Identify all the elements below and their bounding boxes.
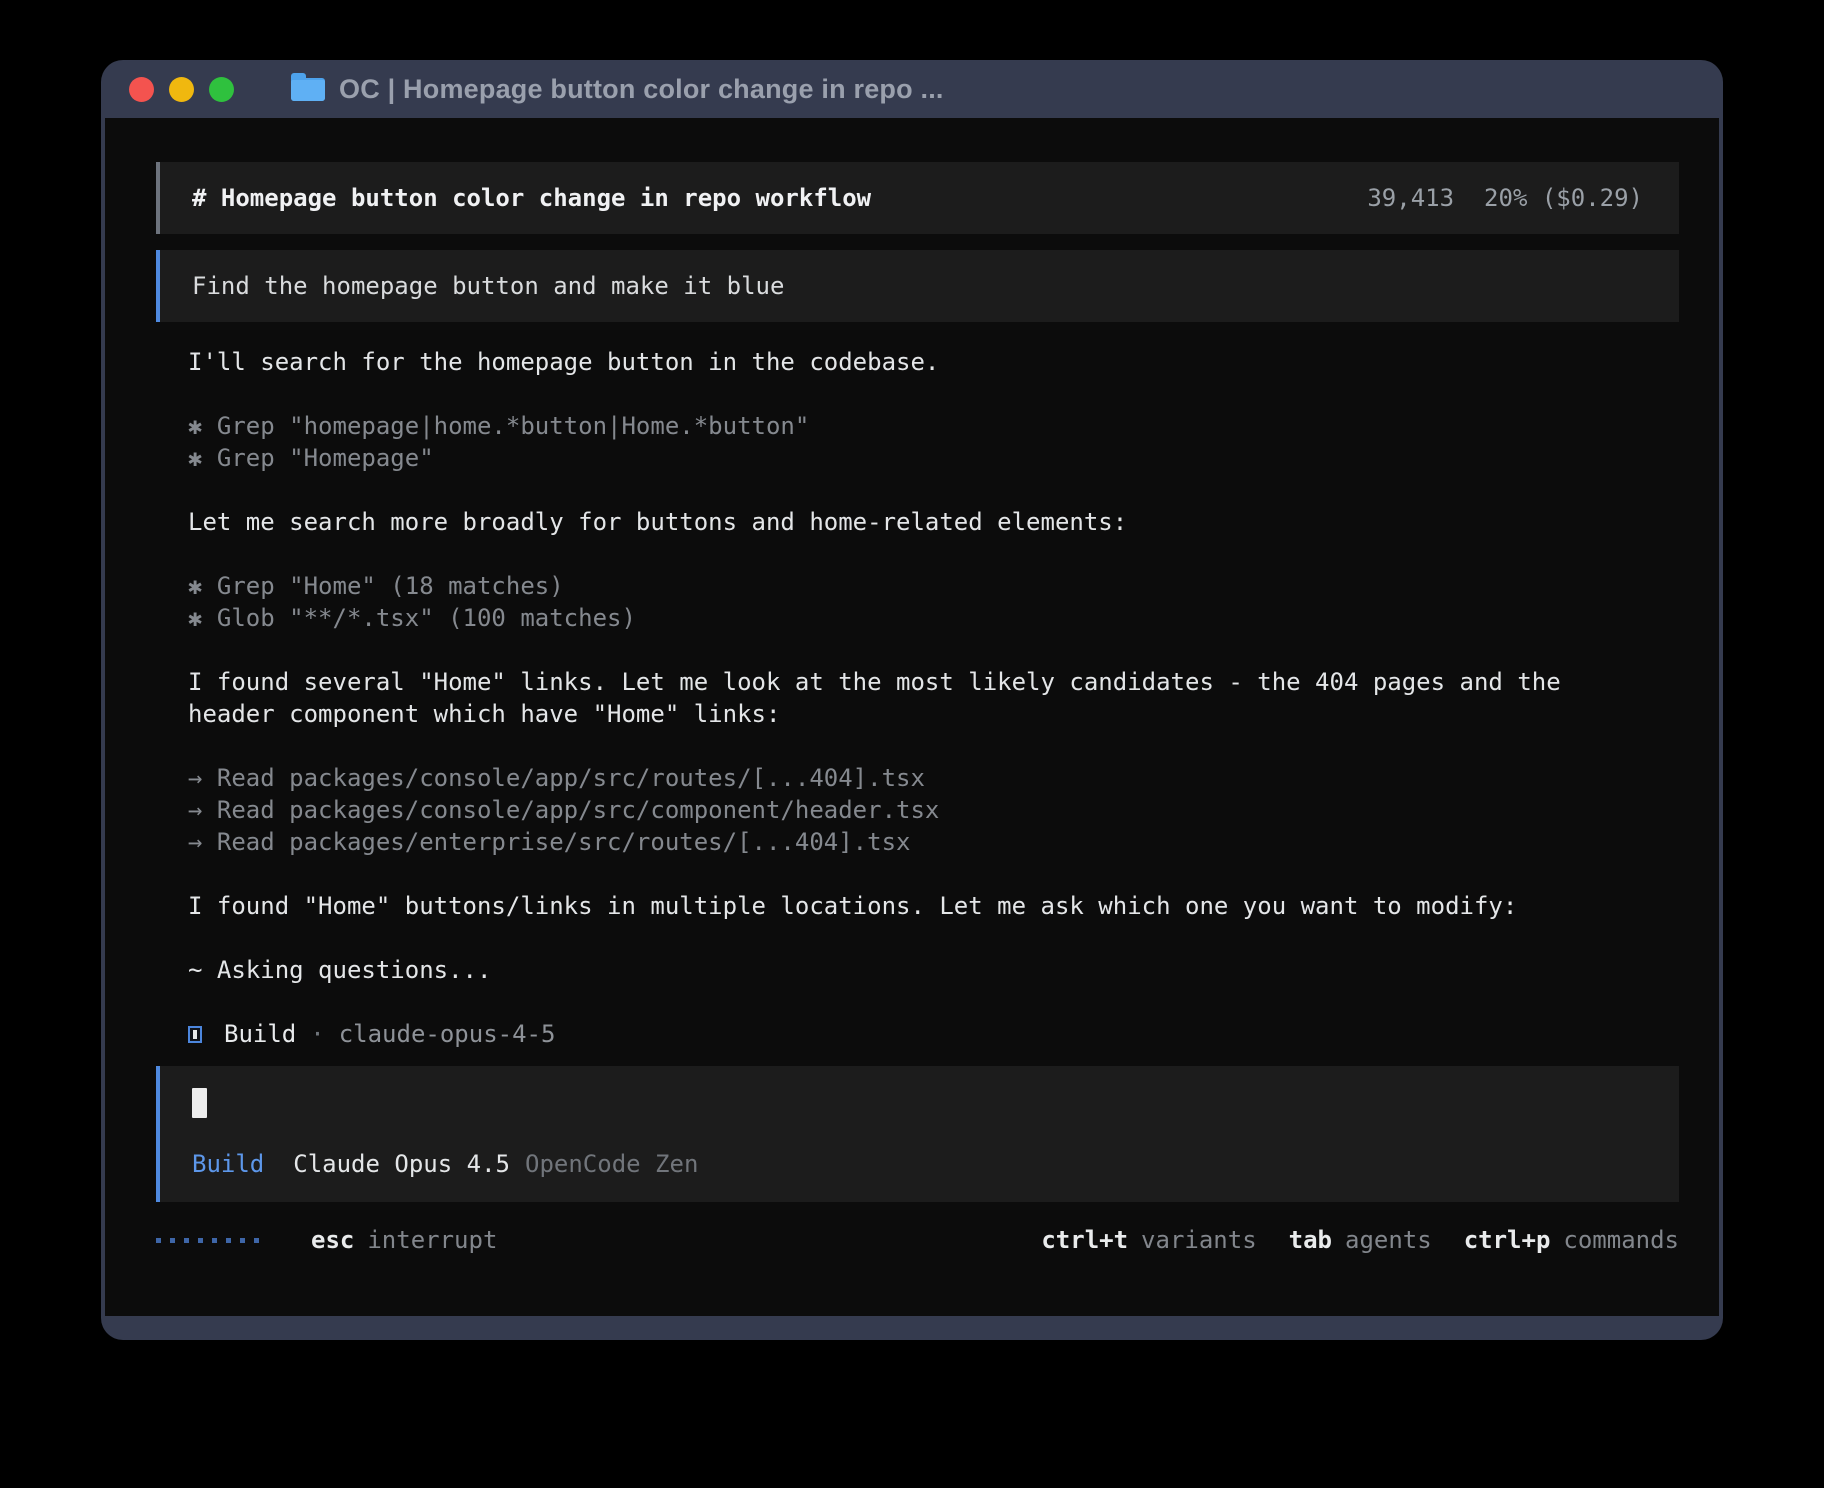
titlebar[interactable]: OC | Homepage button color change in rep… [105, 60, 1719, 118]
spinner-dot [156, 1238, 161, 1243]
conversation: I'll search for the homepage button in t… [156, 346, 1679, 1050]
session-stats: 39,413 20% ($0.29) [1367, 184, 1643, 212]
terminal-content: # Homepage button color change in repo w… [105, 118, 1719, 1316]
build-agent-icon [188, 1026, 202, 1043]
tool-call-line: → Read packages/enterprise/src/routes/[.… [188, 826, 1679, 858]
agent-model: claude-opus-4-5 [339, 1018, 556, 1050]
text-cursor [192, 1088, 207, 1118]
spinner-dot [198, 1238, 203, 1243]
spinner-dot [170, 1238, 175, 1243]
assistant-text-line: I'll search for the homepage button in t… [188, 346, 1679, 378]
editor-footer: Build Claude Opus 4.5 OpenCode Zen [192, 1150, 1647, 1178]
user-message: Find the homepage button and make it blu… [156, 250, 1679, 322]
model-name[interactable]: Claude Opus 4.5 [293, 1150, 510, 1178]
assistant-text-line: ~ Asking questions... [188, 954, 1679, 986]
shortcut-commands: ctrl+pcommands [1464, 1224, 1679, 1256]
tool-call-line: ✱ Grep "Homepage" [188, 442, 1679, 474]
spinner-dot [240, 1238, 245, 1243]
status-bar: esc interrupt ctrl+tvariants tabagents c… [156, 1224, 1679, 1256]
folder-icon [291, 78, 325, 101]
spinner-dot [212, 1238, 217, 1243]
esc-key: esc [311, 1224, 354, 1256]
token-count: 39,413 [1367, 184, 1454, 212]
shortcut-agents: tabagents [1289, 1224, 1432, 1256]
provider-name: OpenCode Zen [525, 1150, 698, 1178]
blank-line [188, 378, 1679, 410]
context-usage: 20% ($0.29) [1484, 184, 1643, 212]
status-left: esc interrupt [156, 1224, 497, 1256]
tool-call-line: ✱ Glob "**/*.tsx" (100 matches) [188, 602, 1679, 634]
shortcut-variants: ctrl+tvariants [1041, 1224, 1256, 1256]
separator-dot: · [310, 1018, 324, 1050]
assistant-text-line: header component which have "Home" links… [188, 698, 1679, 730]
assistant-text-line: I found several "Home" links. Let me loo… [188, 666, 1679, 698]
tool-call-line: → Read packages/console/app/src/componen… [188, 794, 1679, 826]
spinner-dot [254, 1238, 259, 1243]
blank-line [188, 730, 1679, 762]
session-title: # Homepage button color change in repo w… [192, 184, 871, 212]
esc-label: interrupt [367, 1224, 497, 1256]
blank-line [188, 986, 1679, 1018]
agent-selector[interactable]: Build [192, 1150, 264, 1178]
session-header: # Homepage button color change in repo w… [156, 162, 1679, 234]
zoom-button[interactable] [209, 77, 234, 102]
prompt-editor[interactable]: Build Claude Opus 4.5 OpenCode Zen [156, 1066, 1679, 1202]
status-right: ctrl+tvariants tabagents ctrl+pcommands [1009, 1224, 1679, 1256]
assistant-text-line: Let me search more broadly for buttons a… [188, 506, 1679, 538]
minimize-button[interactable] [169, 77, 194, 102]
close-button[interactable] [129, 77, 154, 102]
window-title: OC | Homepage button color change in rep… [339, 74, 944, 105]
agent-name: Build [224, 1018, 296, 1050]
tool-call-line: ✱ Grep "Home" (18 matches) [188, 570, 1679, 602]
blank-line [188, 634, 1679, 666]
spinner-dots-icon [156, 1238, 259, 1243]
spinner-dot [226, 1238, 231, 1243]
assistant-text-line: I found "Home" buttons/links in multiple… [188, 890, 1679, 922]
blank-line [188, 858, 1679, 890]
blank-line [188, 538, 1679, 570]
tool-call-line: ✱ Grep "homepage|home.*button|Home.*butt… [188, 410, 1679, 442]
blank-line [188, 474, 1679, 506]
tool-call-line: → Read packages/console/app/src/routes/[… [188, 762, 1679, 794]
blank-line [188, 922, 1679, 954]
spinner-dot [184, 1238, 189, 1243]
agent-status-line: Build · claude-opus-4-5 [188, 1018, 1679, 1050]
terminal-window: OC | Homepage button color change in rep… [101, 60, 1723, 1340]
